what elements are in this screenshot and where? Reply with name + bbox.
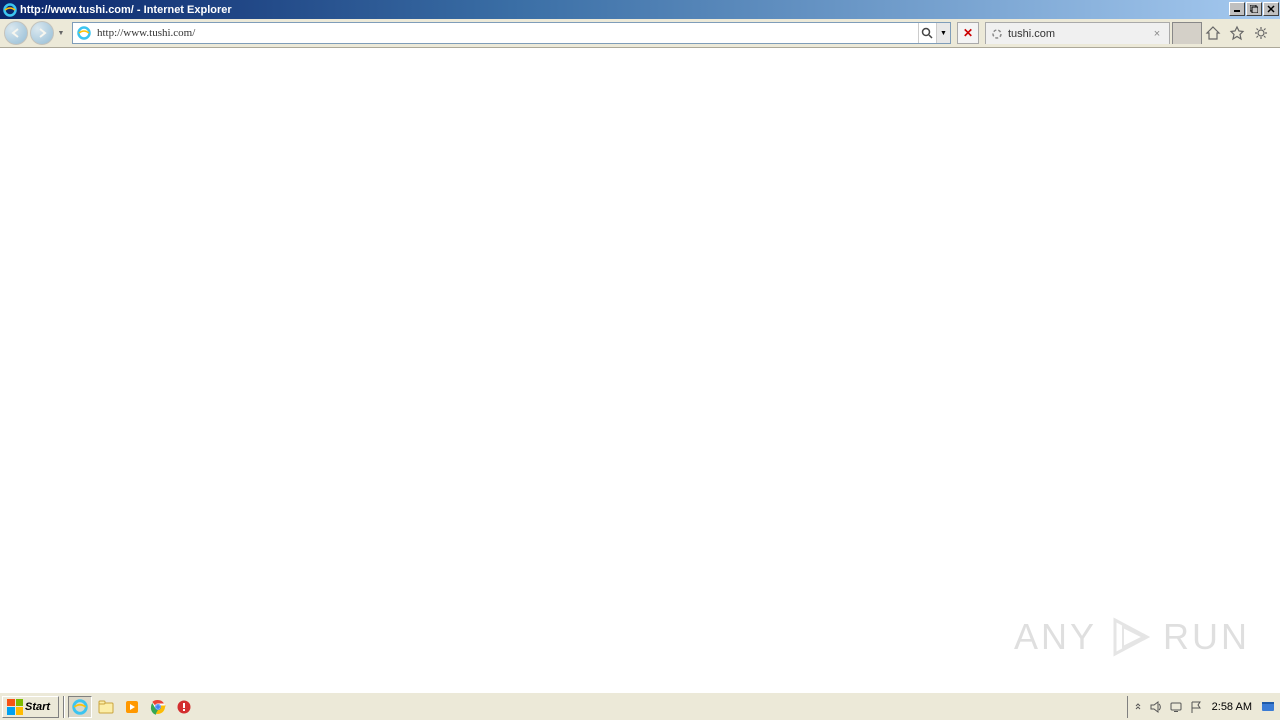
flag-icon[interactable] (1188, 699, 1204, 715)
nav-history-dropdown[interactable]: ▼ (56, 22, 66, 44)
maximize-button[interactable] (1246, 2, 1262, 16)
forward-button[interactable] (30, 21, 54, 45)
tab-current[interactable]: tushi.com × (985, 22, 1170, 44)
anyrun-watermark: ANY RUN (1014, 612, 1250, 662)
tray-device-icon[interactable] (1168, 699, 1184, 715)
stop-refresh-button[interactable]: ✕ (957, 22, 979, 44)
show-desktop-icon[interactable] (1260, 699, 1276, 715)
taskbar: Start 2:58 AM (0, 692, 1280, 720)
tab-strip: tushi.com × (985, 22, 1202, 44)
system-tray: 2:58 AM (1127, 696, 1280, 718)
navigation-toolbar: ▼ ▼ ✕ tushi.com × (0, 19, 1280, 48)
taskbar-app-media[interactable] (120, 696, 144, 718)
search-button[interactable] (918, 23, 936, 43)
volume-icon[interactable] (1148, 699, 1164, 715)
window-controls (1229, 0, 1280, 19)
favorites-star-icon[interactable] (1228, 24, 1246, 42)
start-label: Start (25, 701, 50, 713)
loading-spinner-icon (990, 27, 1004, 41)
page-content-area: ANY RUN (0, 48, 1280, 692)
window-title: http://www.tushi.com/ - Internet Explore… (20, 4, 1229, 16)
toolbar-right-icons (1204, 24, 1276, 42)
watermark-text-right: RUN (1163, 616, 1250, 658)
start-button[interactable]: Start (2, 696, 59, 718)
taskbar-app-ie[interactable] (68, 696, 92, 718)
address-bar: ▼ (72, 22, 951, 44)
windows-logo-icon (7, 699, 23, 715)
new-tab-button[interactable] (1172, 22, 1202, 44)
taskbar-app-explorer[interactable] (94, 696, 118, 718)
taskbar-divider (63, 696, 65, 718)
close-button[interactable] (1263, 2, 1279, 16)
watermark-text-left: ANY (1014, 616, 1097, 658)
page-favicon-icon (75, 24, 93, 42)
tray-expand-button[interactable] (1132, 699, 1144, 715)
taskbar-app-chrome[interactable] (146, 696, 170, 718)
address-input[interactable] (95, 25, 918, 41)
search-dropdown-button[interactable]: ▼ (936, 23, 950, 43)
tab-close-button[interactable]: × (1151, 28, 1163, 40)
tools-gear-icon[interactable] (1252, 24, 1270, 42)
back-button[interactable] (4, 21, 28, 45)
taskbar-app-shield[interactable] (172, 696, 196, 718)
taskbar-clock[interactable]: 2:58 AM (1208, 701, 1256, 713)
window-title-bar: http://www.tushi.com/ - Internet Explore… (0, 0, 1280, 19)
home-icon[interactable] (1204, 24, 1222, 42)
tab-label: tushi.com (1008, 28, 1147, 40)
ie-logo-icon (2, 2, 17, 17)
watermark-play-icon (1105, 612, 1155, 662)
minimize-button[interactable] (1229, 2, 1245, 16)
